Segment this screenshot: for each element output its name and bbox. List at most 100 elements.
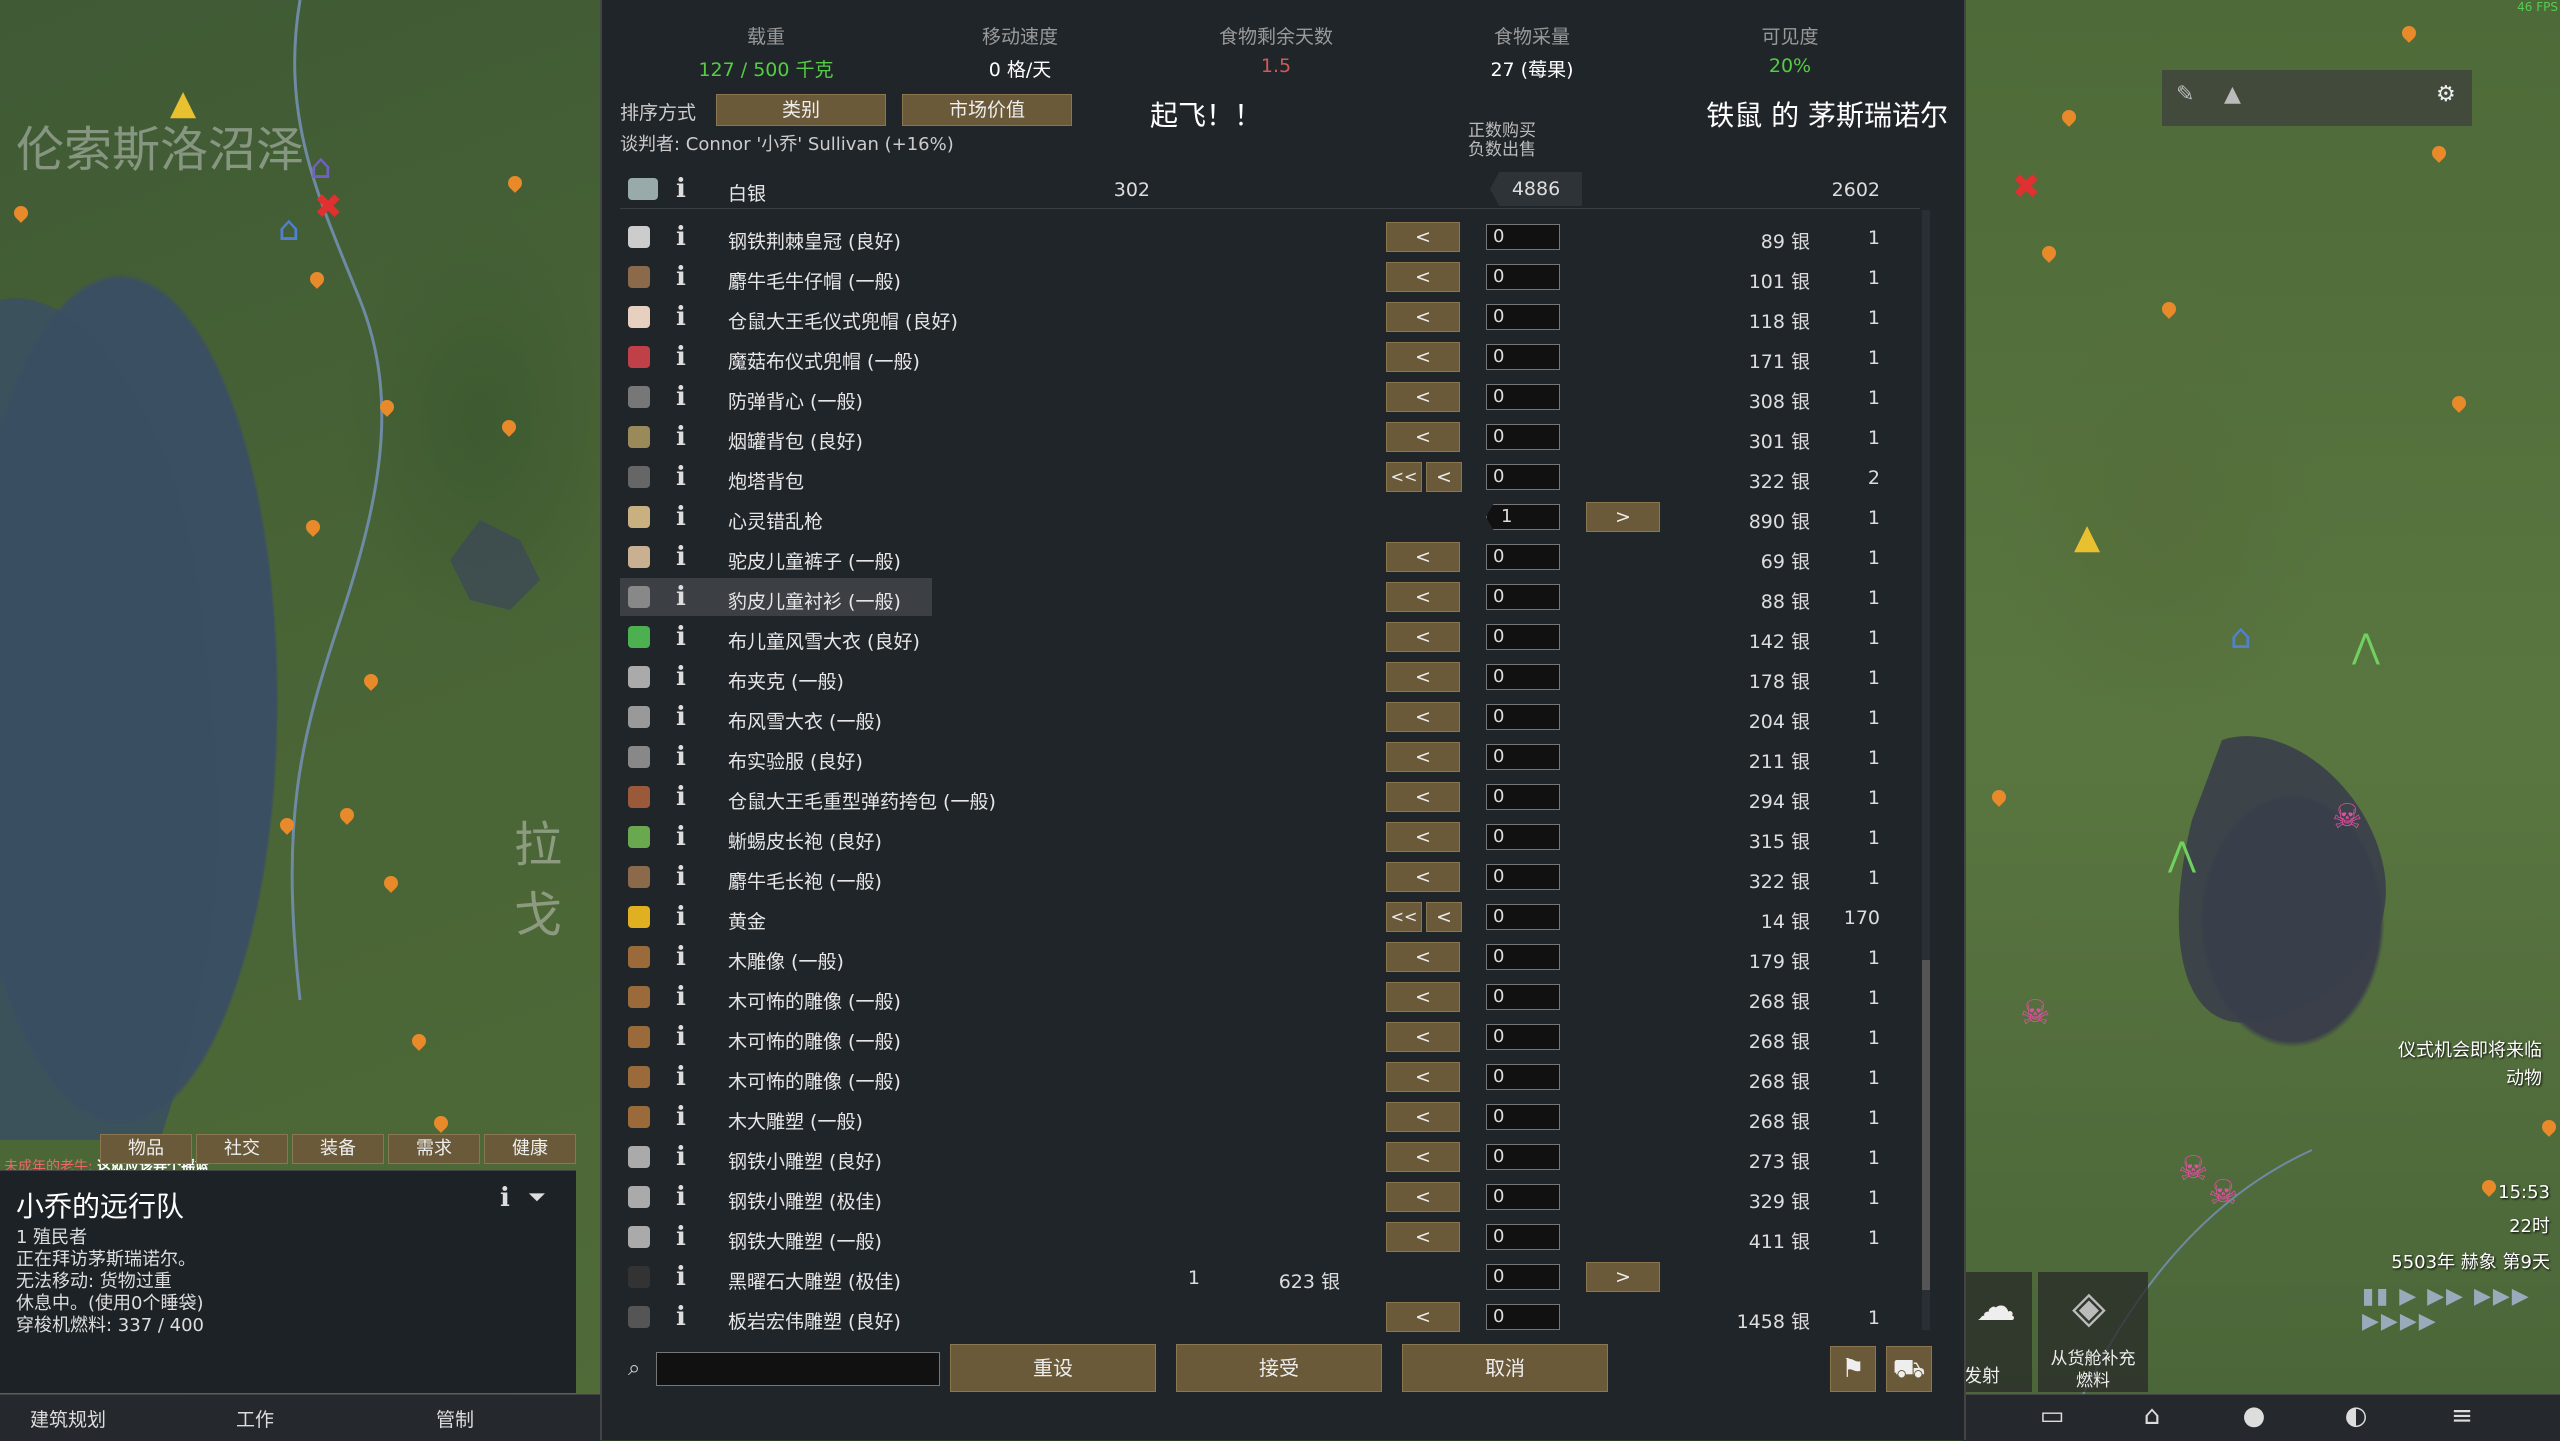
- trade-row[interactable]: i 豹皮儿童衬衫 (一般) <0 88 银 1: [620, 578, 1920, 616]
- info-icon[interactable]: i: [676, 382, 686, 412]
- info-icon[interactable]: i: [676, 1062, 686, 1092]
- base-icon[interactable]: ⌂: [278, 212, 300, 246]
- quantity-input[interactable]: 0: [1486, 1224, 1560, 1250]
- quantity-input[interactable]: 0: [1486, 544, 1560, 570]
- buy-one-button[interactable]: <: [1386, 302, 1460, 332]
- trade-row[interactable]: i 仓鼠大王毛仪式兜帽 (良好) <0 118 银 1: [620, 298, 1920, 336]
- buy-one-button[interactable]: <: [1386, 262, 1460, 292]
- world-icon[interactable]: ▲: [2224, 82, 2241, 107]
- quantity-input[interactable]: 0: [1486, 424, 1560, 450]
- event-notice[interactable]: 仪式机会即将来临: [2398, 1036, 2542, 1062]
- trade-row[interactable]: i 仓鼠大王毛重型弹药挎包 (一般) <0 294 银 1: [620, 778, 1920, 816]
- work-button[interactable]: 工作: [236, 1405, 274, 1432]
- reset-button[interactable]: 重设: [950, 1344, 1156, 1392]
- buy-one-button[interactable]: <: [1386, 822, 1460, 852]
- buy-one-button[interactable]: <: [1386, 1222, 1460, 1252]
- trade-row[interactable]: i 钢铁大雕塑 (一般) <0 411 银 1: [620, 1218, 1920, 1256]
- sort-category-button[interactable]: 类别: [716, 94, 886, 126]
- buy-one-button[interactable]: <: [1386, 782, 1460, 812]
- trade-row[interactable]: i 布儿童风雪大衣 (良好) <0 142 银 1: [620, 618, 1920, 656]
- trade-row[interactable]: i 黄金 << <0 14 银 170: [620, 898, 1920, 936]
- quantity-input[interactable]: 0: [1486, 624, 1560, 650]
- world-map-right[interactable]: ✎ ▲ ⚙ ✖ ▲ ⌂ ⋀ ⋀ ☠ ☠ ☠ ☠ 仪式机会即将来临 动物 15:5…: [1962, 0, 2560, 1440]
- factions-icon[interactable]: ⌂: [2122, 1401, 2182, 1435]
- buy-one-button[interactable]: <: [1386, 862, 1460, 892]
- quantity-input[interactable]: 0: [1486, 664, 1560, 690]
- info-icon[interactable]: i: [676, 902, 686, 932]
- info-icon[interactable]: i: [676, 1022, 686, 1052]
- danger-icon[interactable]: ☠: [2332, 800, 2362, 834]
- info-icon[interactable]: i: [676, 822, 686, 852]
- quantity-input[interactable]: 0: [1486, 1104, 1560, 1130]
- quantity-input[interactable]: 0: [1486, 1184, 1560, 1210]
- info-icon[interactable]: i: [676, 742, 686, 772]
- settlement-icon[interactable]: ▲: [170, 86, 196, 120]
- sort-market-value-button[interactable]: 市场价值: [902, 94, 1072, 126]
- info-icon[interactable]: i: [676, 1142, 686, 1172]
- trade-row[interactable]: i 心灵错乱枪 1 >890 银 1: [620, 498, 1920, 536]
- trade-row[interactable]: i 木雕像 (一般) <0 179 银 1: [620, 938, 1920, 976]
- trade-row[interactable]: i 布风雪大衣 (一般) <0 204 银 1: [620, 698, 1920, 736]
- info-icon[interactable]: i: [676, 262, 686, 292]
- refuel-button[interactable]: ◈ 从货舱补充 燃料: [2038, 1272, 2148, 1392]
- hostile-icon[interactable]: ✖: [2012, 170, 2041, 204]
- info-icon[interactable]: i: [676, 702, 686, 732]
- tab-health[interactable]: 健康: [484, 1134, 576, 1164]
- camp-icon[interactable]: ⋀: [2168, 838, 2196, 872]
- info-icon[interactable]: i: [676, 862, 686, 892]
- danger-icon[interactable]: ☠: [2208, 1176, 2238, 1210]
- buy-one-button[interactable]: <: [1386, 622, 1460, 652]
- trade-row[interactable]: i 木大雕塑 (一般) <0 268 银 1: [620, 1098, 1920, 1136]
- restrict-button[interactable]: 管制: [436, 1405, 474, 1432]
- danger-icon[interactable]: ☠: [2020, 996, 2050, 1030]
- trade-row[interactable]: i 炮塔背包 << <0 322 银2: [620, 458, 1920, 496]
- trade-row[interactable]: i 魔菇布仪式兜帽 (一般) <0 171 银 1: [620, 338, 1920, 376]
- quantity-input[interactable]: 0: [1486, 584, 1560, 610]
- tab-items[interactable]: 物品: [100, 1134, 192, 1164]
- quantity-input[interactable]: 1: [1486, 504, 1560, 530]
- trade-row[interactable]: i 木可怖的雕像 (一般) <0 268 银 1: [620, 978, 1920, 1016]
- buy-one-button[interactable]: <: [1426, 902, 1462, 932]
- quantity-input[interactable]: 0: [1486, 264, 1560, 290]
- info-icon[interactable]: i: [676, 174, 686, 204]
- quantity-input[interactable]: 0: [1486, 984, 1560, 1010]
- scrollbar[interactable]: [1922, 210, 1930, 1330]
- camp-icon[interactable]: ⋀: [2352, 630, 2380, 664]
- speed-controls[interactable]: ▮▮ ▶ ▶▶ ▶▶▶ ▶▶▶▶: [2362, 1284, 2560, 1334]
- info-icon[interactable]: i: [676, 422, 686, 452]
- settlement-icon[interactable]: ▲: [2074, 520, 2100, 554]
- quantity-input[interactable]: 0: [1486, 464, 1560, 490]
- tab-needs[interactable]: 需求: [388, 1134, 480, 1164]
- world-icon[interactable]: ◐: [2326, 1401, 2386, 1435]
- architect-button[interactable]: 建筑规划: [30, 1405, 106, 1432]
- trade-row[interactable]: i 钢铁小雕塑 (极佳) <0 329 银 1: [620, 1178, 1920, 1216]
- trade-row[interactable]: i 钢铁小雕塑 (良好) <0 273 银 1: [620, 1138, 1920, 1176]
- info-icon[interactable]: i: [676, 502, 686, 532]
- quantity-input[interactable]: 0: [1486, 744, 1560, 770]
- hostile-icon[interactable]: ✖: [314, 190, 343, 224]
- cancel-button[interactable]: 取消: [1402, 1344, 1608, 1392]
- trade-row[interactable]: i 麝牛毛长袍 (一般) <0 322 银 1: [620, 858, 1920, 896]
- info-icon[interactable]: i: [676, 302, 686, 332]
- tab-gear[interactable]: 装备: [292, 1134, 384, 1164]
- scrollbar-thumb[interactable]: [1922, 960, 1930, 1290]
- trade-row[interactable]: i 麝牛毛牛仔帽 (一般) <0 101 银 1: [620, 258, 1920, 296]
- quantity-input[interactable]: 0: [1486, 944, 1560, 970]
- quantity-input[interactable]: 0: [1486, 344, 1560, 370]
- quantity-input[interactable]: 0: [1486, 704, 1560, 730]
- tab-social[interactable]: 社交: [196, 1134, 288, 1164]
- trade-row[interactable]: i 烟罐背包 (良好) <0 301 银 1: [620, 418, 1920, 456]
- trade-row[interactable]: i 板岩宏伟雕塑 (良好) <0 1458 银 1: [620, 1298, 1920, 1336]
- gear-icon[interactable]: ⚙: [2436, 82, 2456, 107]
- trade-row[interactable]: i 黑曜石大雕塑 (极佳) 1 623 银 0 >: [620, 1258, 1920, 1296]
- buy-one-button[interactable]: <: [1426, 462, 1462, 492]
- quantity-input[interactable]: 0: [1486, 1304, 1560, 1330]
- info-icon[interactable]: i: [676, 1222, 686, 1252]
- trade-row[interactable]: i 布夹克 (一般) <0 178 银 1: [620, 658, 1920, 696]
- buy-one-button[interactable]: <: [1386, 982, 1460, 1012]
- sell-one-button[interactable]: >: [1586, 1262, 1660, 1292]
- buy-one-button[interactable]: <: [1386, 582, 1460, 612]
- buy-one-button[interactable]: <: [1386, 742, 1460, 772]
- event-notice-2[interactable]: 动物: [2506, 1064, 2542, 1090]
- buy-one-button[interactable]: <: [1386, 422, 1460, 452]
